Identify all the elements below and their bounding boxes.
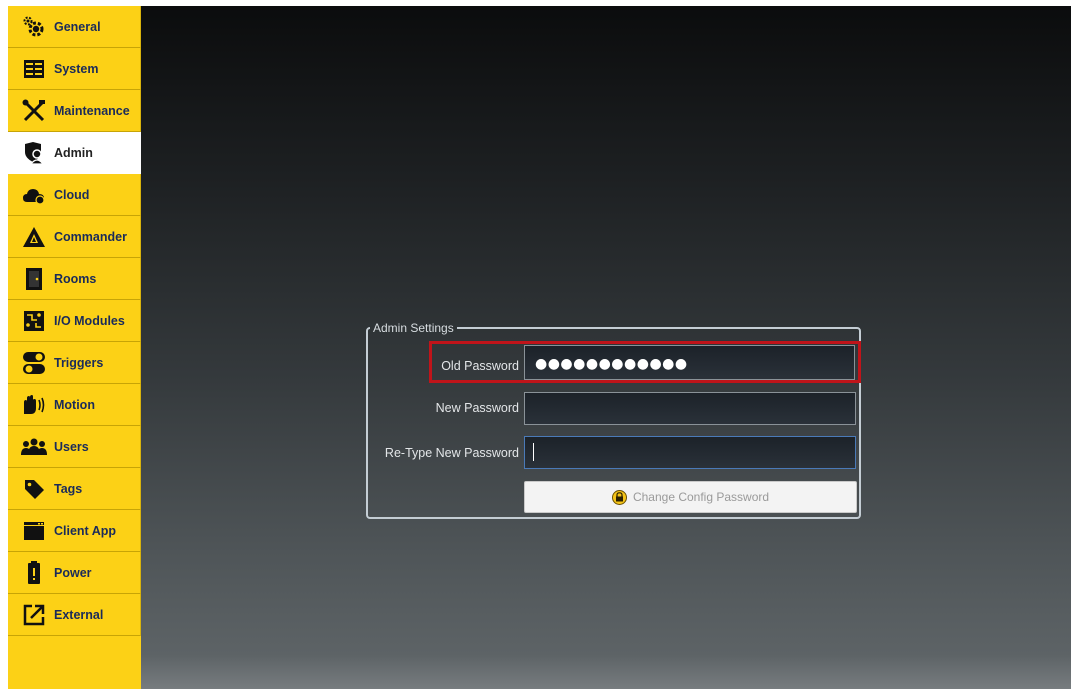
change-config-password-button[interactable]: Change Config Password — [524, 481, 857, 513]
sidebar-item-label: Admin — [54, 146, 93, 160]
sidebar-item-label: Commander — [54, 229, 127, 244]
cloud-icon — [20, 181, 48, 209]
gears-icon — [20, 13, 48, 41]
sidebar-item-label: Tags — [54, 481, 83, 496]
sidebar-item-label: Users — [54, 439, 89, 454]
main-panel: Admin Settings Old Password ●●●●●●●●●●●●… — [141, 6, 1071, 689]
sidebar-item-tags[interactable]: Tags — [8, 468, 141, 510]
server-icon — [20, 55, 48, 83]
retype-password-label: Re-Type New Password — [384, 446, 519, 460]
external-link-icon — [20, 601, 48, 629]
sidebar-item-label: General — [54, 19, 101, 34]
sidebar-item-motion[interactable]: Motion — [8, 384, 141, 426]
new-password-label: New Password — [435, 401, 519, 415]
sidebar-item-cloud[interactable]: Cloud — [8, 174, 141, 216]
toggle-switch-icon — [20, 349, 48, 377]
sidebar-item-label: External — [54, 607, 104, 622]
old-password-field[interactable]: ●●●●●●●●●●●● — [524, 345, 855, 380]
sidebar-item-label: Power — [54, 565, 92, 580]
old-password-value: ●●●●●●●●●●●● — [535, 356, 688, 372]
sidebar-item-triggers[interactable]: Triggers — [8, 342, 141, 384]
sidebar-item-label: Triggers — [54, 355, 104, 370]
sidebar-item-rooms[interactable]: Rooms — [8, 258, 141, 300]
change-config-password-label: Change Config Password — [632, 490, 770, 504]
sidebar-item-maintenance[interactable]: Maintenance — [8, 90, 141, 132]
io-module-icon — [20, 307, 48, 335]
sidebar-item-io-modules[interactable]: I/O Modules — [8, 300, 141, 342]
text-caret — [533, 443, 534, 461]
sidebar-item-admin[interactable]: Admin — [8, 132, 142, 174]
sidebar-item-label: System — [54, 61, 99, 76]
sidebar-item-label: I/O Modules — [54, 313, 125, 328]
sidebar-item-label: Cloud — [54, 187, 90, 202]
app-window-icon — [20, 517, 48, 545]
admin-settings-legend: Admin Settings — [373, 321, 454, 335]
new-password-field[interactable] — [524, 392, 856, 425]
sidebar-item-label: Client App — [54, 523, 117, 538]
sidebar-item-general[interactable]: General — [8, 6, 141, 48]
door-icon — [20, 265, 48, 293]
sidebar-item-label: Maintenance — [54, 103, 130, 118]
retype-password-field[interactable] — [524, 436, 856, 469]
tag-icon — [20, 475, 48, 503]
battery-icon — [20, 559, 48, 587]
app-window: General System Maintenance Admin Cloud C… — [8, 6, 1071, 689]
sidebar-item-users[interactable]: Users — [8, 426, 141, 468]
sidebar-item-system[interactable]: System — [8, 48, 141, 90]
sidebar-item-label: Rooms — [54, 271, 97, 286]
sidebar-item-commander[interactable]: Commander — [8, 216, 141, 258]
sidebar-item-external[interactable]: External — [8, 594, 141, 636]
motion-hand-icon — [20, 391, 48, 419]
sidebar-item-label: Motion — [54, 397, 95, 412]
tools-icon — [20, 97, 48, 125]
users-icon — [20, 433, 48, 461]
sidebar-item-power[interactable]: Power — [8, 552, 141, 594]
admin-shield-icon — [20, 139, 48, 167]
commander-logo-icon — [20, 223, 48, 251]
sidebar: General System Maintenance Admin Cloud C… — [8, 6, 142, 689]
sidebar-item-client-app[interactable]: Client App — [8, 510, 141, 552]
lock-icon — [611, 489, 627, 505]
